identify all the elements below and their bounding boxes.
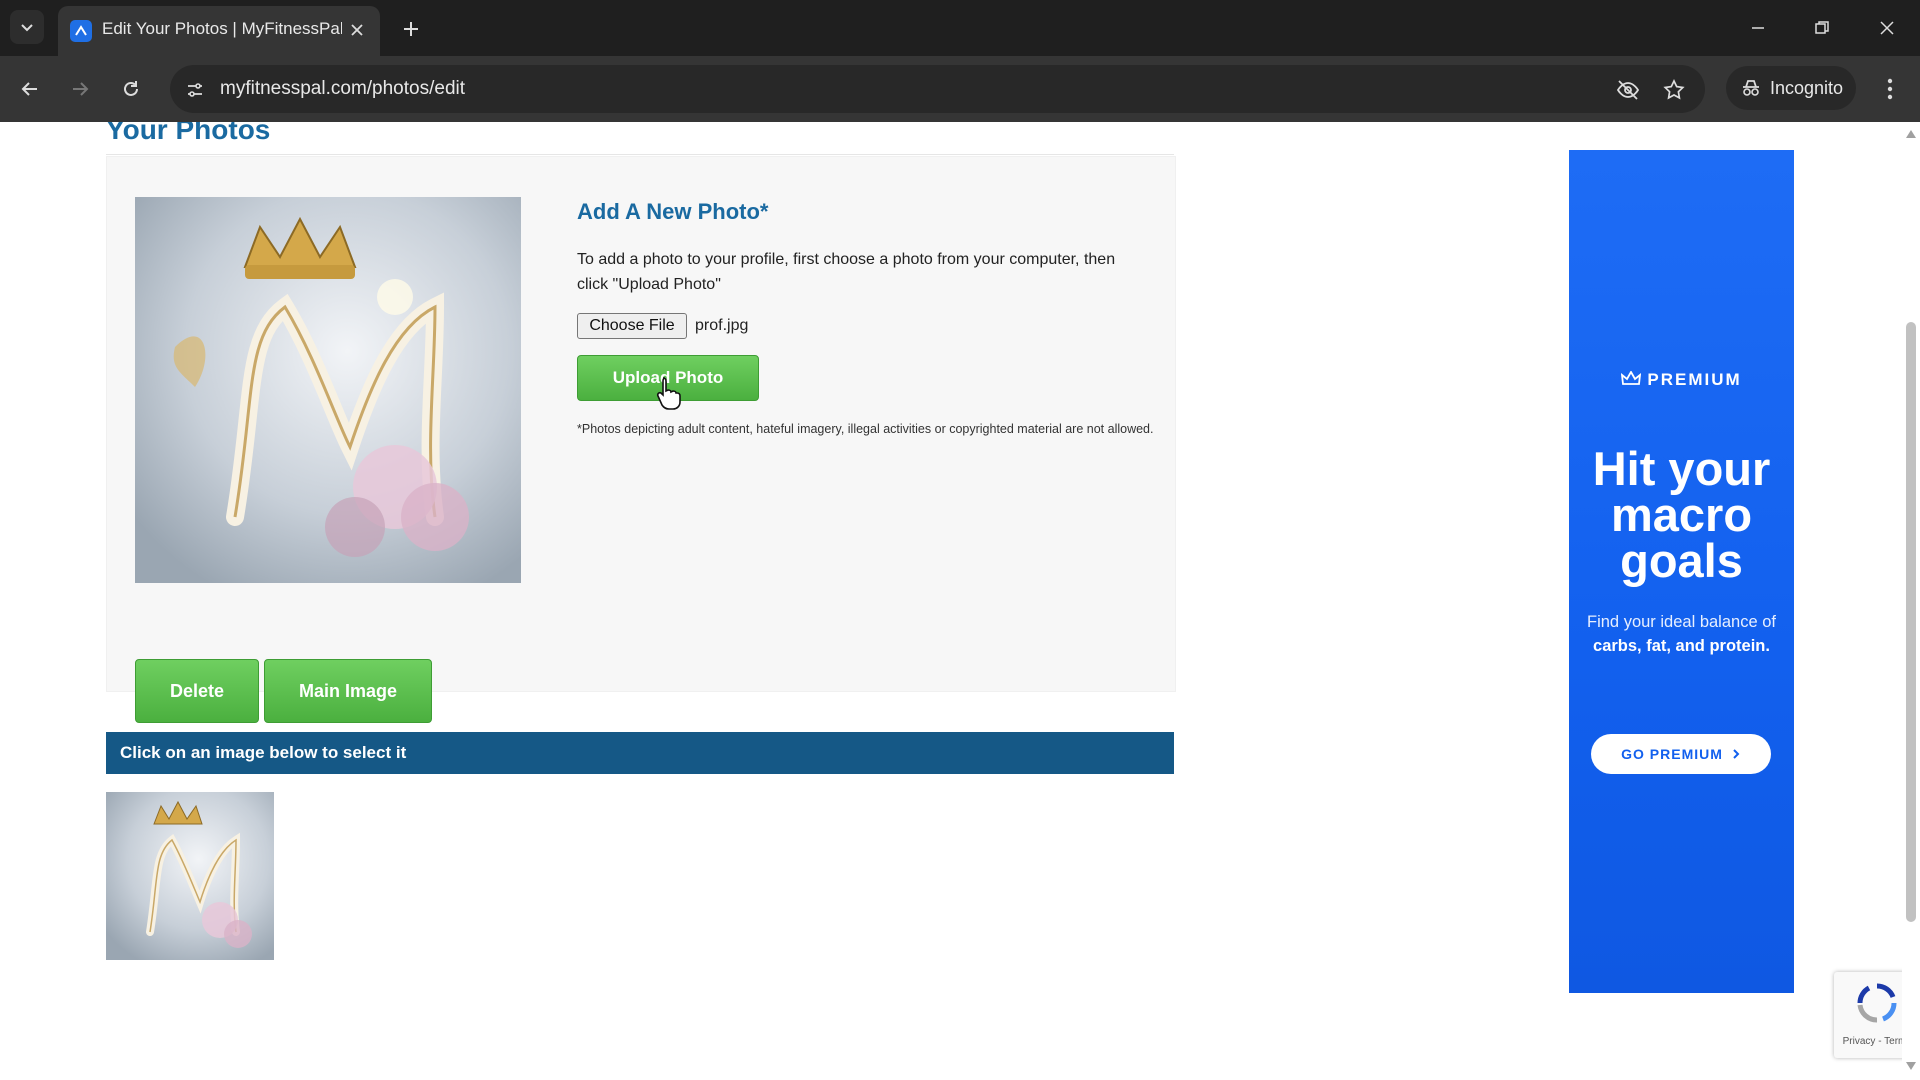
url-text: myfitnesspal.com/photos/edit [220, 78, 466, 99]
browser-menu-button[interactable] [1875, 72, 1905, 106]
scroll-up-arrow-icon [1906, 130, 1916, 138]
reload-button[interactable] [114, 72, 148, 106]
ad-headline: Hit your macro goals [1569, 445, 1794, 587]
arrow-right-icon [73, 82, 89, 96]
ad-body: Find your ideal balance of carbs, fat, a… [1579, 610, 1784, 658]
premium-badge-text: PREMIUM [1647, 370, 1742, 389]
go-premium-button[interactable]: GO PREMIUM [1591, 734, 1771, 774]
site-settings-icon[interactable] [182, 77, 208, 103]
go-premium-label: GO PREMIUM [1621, 746, 1723, 762]
restore-icon [1815, 21, 1829, 34]
page-title: Your Photos [106, 122, 271, 145]
photo-policy-disclaimer: *Photos depicting adult content, hateful… [577, 422, 1154, 436]
star-icon[interactable] [1660, 76, 1688, 104]
photo-edit-panel: Add A New Photo* To add a photo to your … [106, 156, 1176, 723]
ad-body-bold: carbs, fat, and protein. [1593, 637, 1770, 655]
select-image-bar: Click on an image below to select it [106, 732, 1174, 774]
ad-headline-line-3: goals [1620, 534, 1743, 587]
mouse-cursor-icon [656, 377, 681, 410]
chevron-right-icon [1733, 749, 1740, 759]
incognito-indicator[interactable]: Incognito [1726, 66, 1856, 110]
choose-file-button[interactable]: Choose File [577, 313, 687, 339]
new-tab-button[interactable] [396, 14, 426, 44]
premium-badge: PREMIUM [1569, 370, 1794, 390]
chevron-down-icon [21, 24, 33, 32]
select-image-prompt: Click on an image below to select it [120, 743, 407, 762]
tab-search-button[interactable] [10, 10, 44, 44]
more-vertical-icon [1887, 78, 1893, 100]
close-icon[interactable] [346, 19, 368, 41]
tab-strip: Edit Your Photos | MyFitnessPal [0, 0, 1920, 56]
selected-file-name: prof.jpg [695, 317, 749, 334]
myfitnesspal-favicon-icon [70, 20, 92, 42]
close-icon [1880, 21, 1894, 35]
browser-toolbar: myfitnesspal.com/photos/edit [0, 56, 1920, 122]
scrollbar-thumb[interactable] [1906, 322, 1916, 922]
forward-button[interactable] [63, 72, 97, 106]
incognito-label: Incognito [1770, 78, 1844, 98]
photo-thumbnail[interactable] [106, 792, 274, 960]
page-scrollbar[interactable] [1902, 122, 1920, 1078]
page-viewport: Your Photos Add A New Photo* To add a ph… [0, 122, 1920, 1078]
add-photo-heading: Add A New Photo* [577, 199, 769, 224]
minimize-button[interactable] [1734, 8, 1782, 48]
premium-ad[interactable]: PREMIUM Hit your macro goals Find your i… [1569, 150, 1794, 993]
restore-button[interactable] [1798, 8, 1846, 48]
minimize-icon [1752, 27, 1764, 29]
scroll-down-arrow-icon [1906, 1062, 1916, 1070]
back-button[interactable] [13, 72, 47, 106]
selected-profile-photo [135, 197, 521, 583]
address-bar[interactable]: myfitnesspal.com/photos/edit [170, 65, 1705, 113]
plus-icon [404, 22, 418, 36]
incognito-icon [1743, 80, 1759, 96]
reload-icon [124, 81, 138, 96]
main-image-button[interactable]: Main Image [264, 659, 432, 723]
active-tab[interactable]: Edit Your Photos | MyFitnessPal [58, 6, 380, 56]
ad-body-text: Find your ideal balance of [1587, 613, 1776, 631]
crown-icon [1621, 370, 1642, 385]
delete-button[interactable]: Delete [135, 659, 259, 723]
recaptcha-icon [1857, 983, 1897, 1023]
arrow-left-icon [21, 82, 37, 96]
add-photo-description: To add a photo to your profile, first ch… [577, 251, 1116, 293]
eye-slash-icon[interactable] [1614, 76, 1642, 104]
tab-title: Edit Your Photos | MyFitnessPal [102, 19, 342, 38]
title-divider [106, 154, 1174, 155]
window-close-button[interactable] [1863, 8, 1911, 48]
